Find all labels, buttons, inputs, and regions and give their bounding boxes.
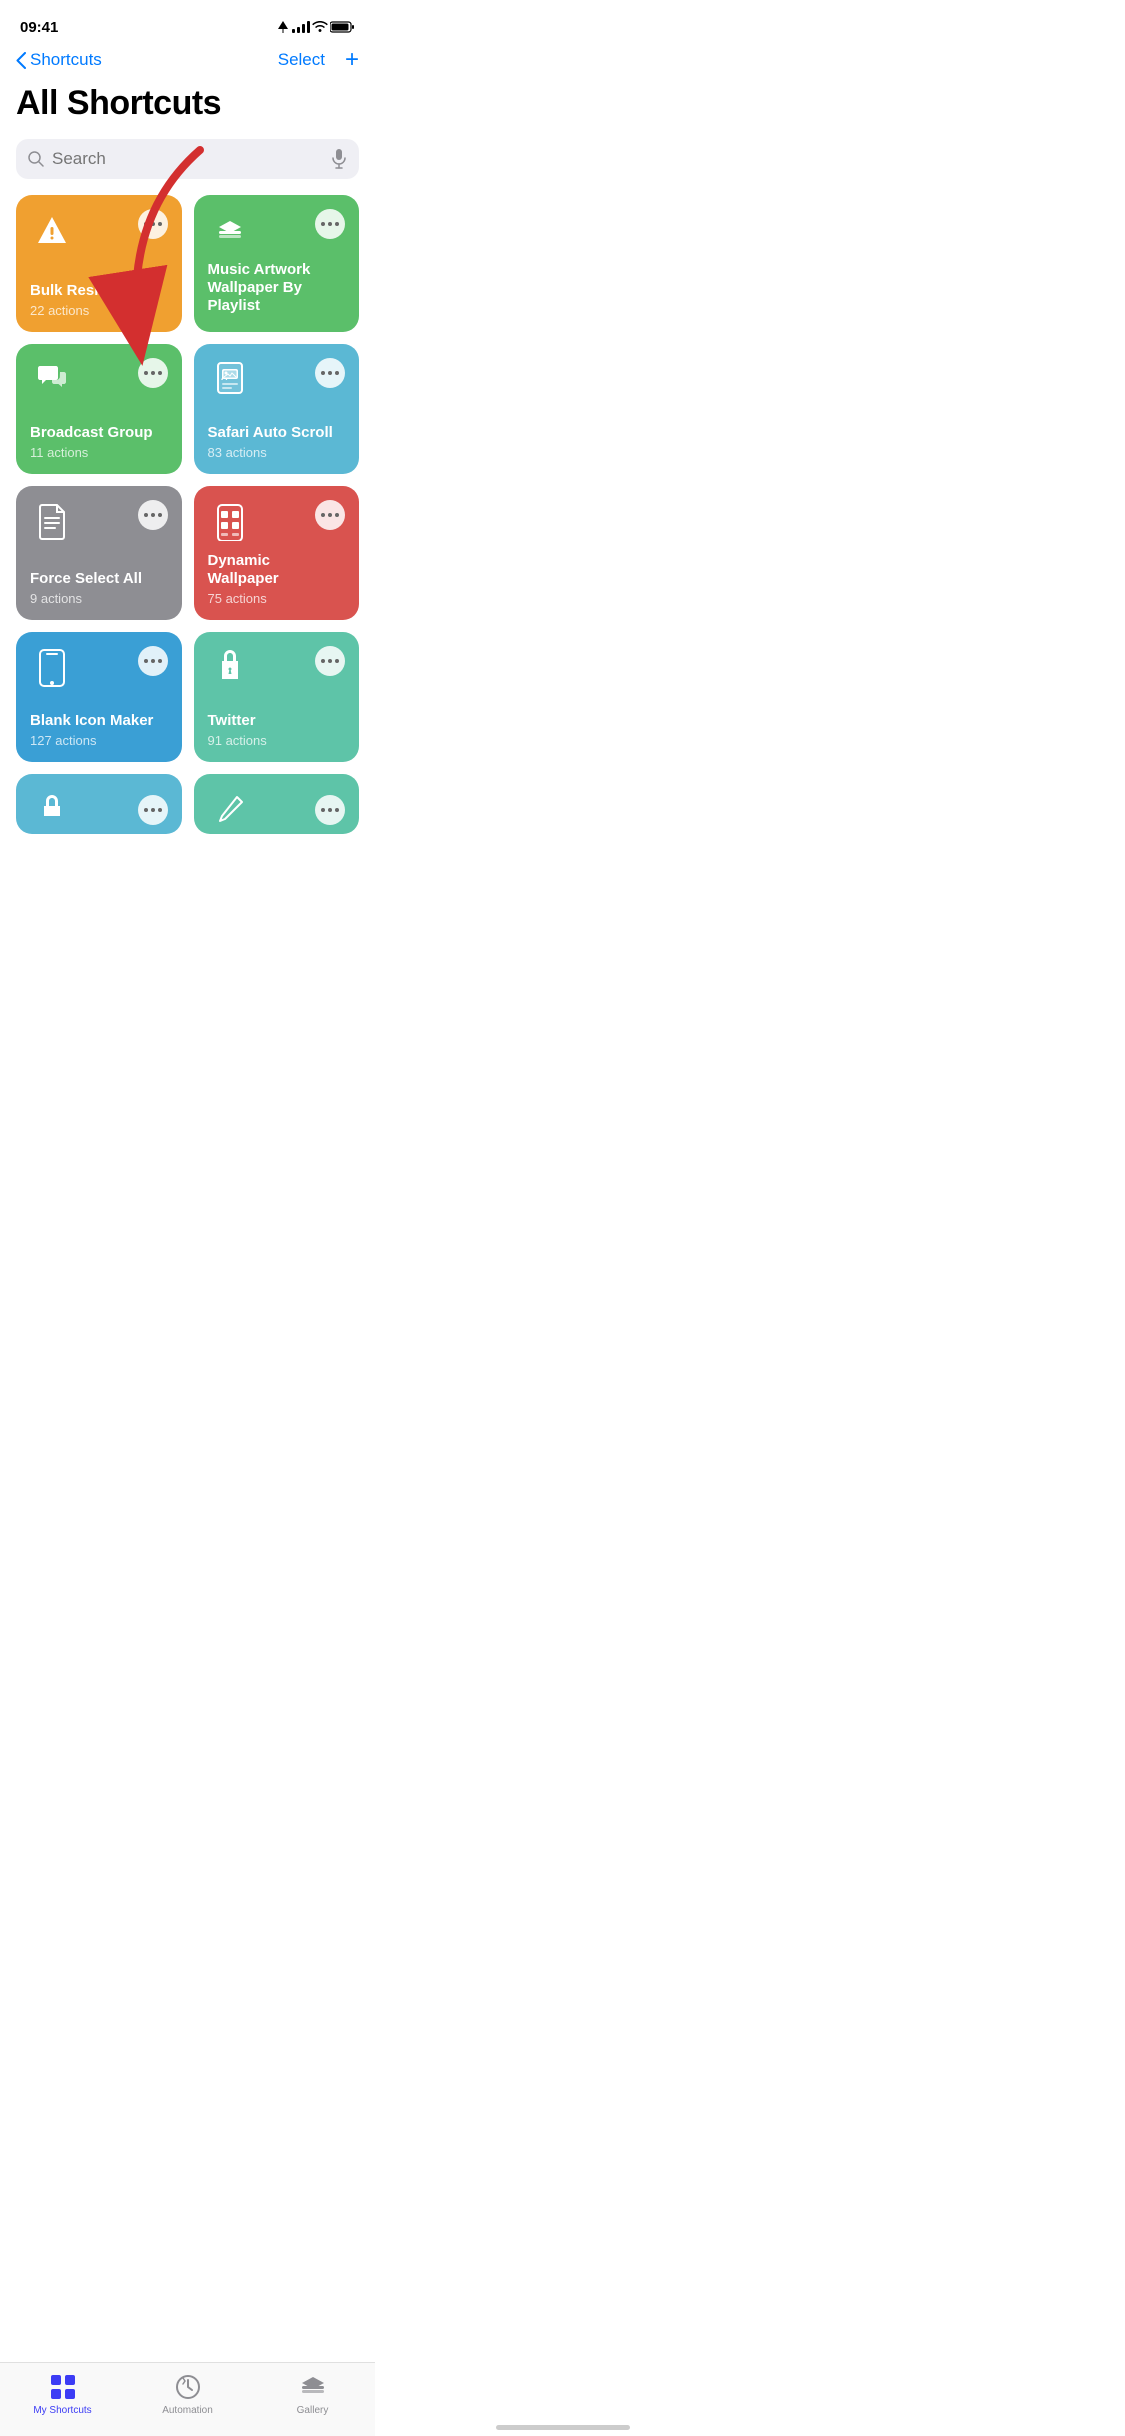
shortcut-actions: 75 actions [208, 591, 346, 606]
more-button[interactable] [315, 358, 345, 388]
partial-card-2[interactable] [194, 774, 360, 834]
search-container [0, 139, 375, 195]
tab-bar: My Shortcuts Automation Gallery [0, 2362, 375, 2436]
search-bar[interactable] [16, 139, 359, 179]
shortcut-card-blank-icon[interactable]: Blank Icon Maker 127 actions [16, 632, 182, 762]
partial-card-1[interactable] [16, 774, 182, 834]
shortcut-name: Bulk Resize [30, 282, 168, 300]
my-shortcuts-label: My Shortcuts [33, 2405, 91, 2416]
chevron-left-icon [16, 52, 26, 69]
broadcast-icon [30, 358, 74, 402]
shortcut-card-broadcast-group[interactable]: Broadcast Group 11 actions [16, 344, 182, 474]
more-button[interactable] [315, 646, 345, 676]
status-time: 09:41 [20, 19, 58, 36]
page-title: All Shortcuts [0, 80, 375, 139]
more-button[interactable] [138, 500, 168, 530]
mic-icon [331, 149, 347, 169]
back-label: Shortcuts [30, 50, 102, 70]
search-icon [28, 151, 44, 167]
nav-bar: Shortcuts Select + [0, 44, 375, 80]
shortcut-actions: 22 actions [30, 303, 168, 318]
automation-label: Automation [162, 2405, 213, 2416]
shortcut-name: Dynamic Wallpaper [208, 552, 346, 588]
partial-icon-1 [30, 788, 74, 832]
more-button[interactable] [315, 209, 345, 239]
shortcut-name: Music Artwork Wallpaper By Playlist [208, 261, 346, 315]
shortcut-actions: 91 actions [208, 733, 346, 748]
shortcut-card-dynamic-wallpaper[interactable]: Dynamic Wallpaper 75 actions [194, 486, 360, 620]
more-button[interactable] [138, 209, 168, 239]
shortcut-actions: 127 actions [30, 733, 168, 748]
battery-icon [330, 21, 355, 33]
shortcut-card-twitter[interactable]: Twitter 91 actions [194, 632, 360, 762]
safari-icon: A [208, 358, 252, 402]
more-button[interactable] [315, 795, 345, 825]
shortcut-card-force-select[interactable]: Force Select All 9 actions [16, 486, 182, 620]
shortcuts-content: Bulk Resize 22 actions [0, 195, 375, 934]
back-button[interactable]: Shortcuts [16, 50, 102, 70]
shortcut-card-bulk-resize[interactable]: Bulk Resize 22 actions [16, 195, 182, 332]
shortcut-actions: 11 actions [30, 445, 168, 460]
my-shortcuts-icon [49, 2373, 77, 2401]
shortcut-actions: 9 actions [30, 591, 168, 606]
automation-icon [174, 2373, 202, 2401]
add-button[interactable]: + [345, 48, 359, 72]
dynamic-wallpaper-icon [208, 500, 252, 544]
more-button[interactable] [315, 500, 345, 530]
gallery-label: Gallery [297, 2405, 329, 2416]
twitter-icon [208, 646, 252, 690]
shortcut-name: Force Select All [30, 570, 168, 588]
status-bar: 09:41 [0, 0, 375, 44]
music-artwork-icon [208, 209, 252, 253]
tab-my-shortcuts[interactable]: My Shortcuts [0, 2373, 125, 2416]
shortcut-card-safari-auto-scroll[interactable]: A [194, 344, 360, 474]
wifi-icon [312, 21, 328, 33]
more-button[interactable] [138, 795, 168, 825]
bulk-resize-icon [30, 209, 74, 253]
force-select-icon [30, 500, 74, 544]
select-button[interactable]: Select [278, 50, 325, 70]
shortcut-name: Twitter [208, 712, 346, 730]
partial-icon-2 [208, 788, 252, 832]
shortcut-name: Broadcast Group [30, 424, 168, 442]
partial-cards-row [0, 774, 375, 834]
home-indicator [496, 2425, 630, 2430]
shortcuts-grid: Bulk Resize 22 actions [0, 195, 375, 762]
shortcut-actions: 83 actions [208, 445, 346, 460]
nav-actions: Select + [278, 48, 359, 72]
more-button[interactable] [138, 358, 168, 388]
tab-gallery[interactable]: Gallery [250, 2373, 375, 2416]
blank-icon-maker-icon [30, 646, 74, 690]
signal-icon [292, 21, 310, 33]
more-button[interactable] [138, 646, 168, 676]
search-input[interactable] [52, 149, 323, 169]
shortcut-name: Safari Auto Scroll [208, 424, 346, 442]
shortcut-card-music-artwork[interactable]: Music Artwork Wallpaper By Playlist [194, 195, 360, 332]
gallery-icon [299, 2373, 327, 2401]
shortcut-name: Blank Icon Maker [30, 712, 168, 730]
tab-automation[interactable]: Automation [125, 2373, 250, 2416]
location-icon [278, 21, 288, 33]
